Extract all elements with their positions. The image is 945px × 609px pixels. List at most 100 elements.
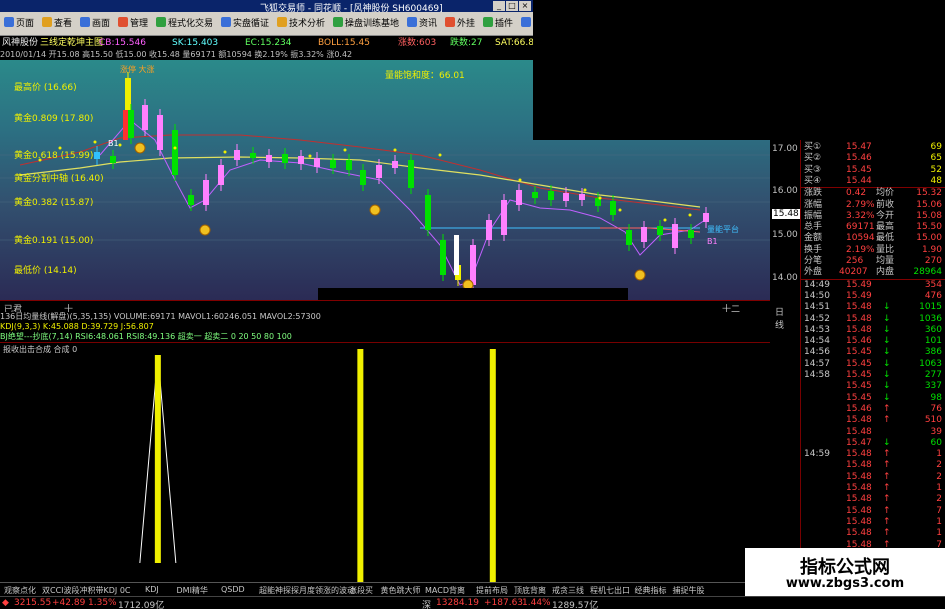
indicator-tab[interactable]: KDJ bbox=[145, 585, 159, 594]
tick-time: 14:56 bbox=[804, 347, 830, 358]
candle-body bbox=[516, 190, 522, 205]
fib-level-label: 最低价 (14.14) bbox=[14, 266, 77, 276]
toolbar-item[interactable]: 查看 bbox=[40, 15, 74, 33]
minimize-button[interactable]: _ bbox=[493, 1, 505, 11]
candle-body bbox=[641, 227, 647, 242]
buy-tag: B1 bbox=[108, 139, 119, 148]
indicator-tab[interactable]: 程机七出口 bbox=[590, 585, 630, 596]
candle-body bbox=[128, 110, 134, 138]
title-bar: 飞狐交易师 - 同花顺 - [风神股份 SH600469] _ □ × bbox=[0, 0, 533, 14]
indicator-tab[interactable]: 顶底背离 bbox=[514, 585, 546, 596]
tick-direction: ↑ bbox=[883, 516, 891, 527]
toolbar-item[interactable]: 资讯 bbox=[405, 15, 439, 33]
indicator-chart bbox=[139, 349, 496, 583]
toolbar-icon bbox=[221, 17, 231, 27]
signal-dot bbox=[173, 146, 177, 150]
fib-level-label: 黄金0.382 (15.87) bbox=[14, 198, 94, 208]
toolbar-item[interactable]: 实盘循证 bbox=[219, 15, 271, 33]
tick-volume: 1 bbox=[936, 516, 942, 527]
close-button[interactable]: × bbox=[519, 1, 531, 11]
indicator-tab[interactable]: 经典指标 bbox=[635, 585, 667, 596]
candle-body bbox=[486, 220, 492, 240]
tick-time: 14:58 bbox=[804, 370, 830, 380]
toolbar-item[interactable]: 技术分析 bbox=[275, 15, 327, 33]
order-label: 买② bbox=[804, 153, 822, 164]
tick-volume: 476 bbox=[924, 290, 942, 301]
indicator-spike-bar bbox=[154, 355, 161, 563]
candle-body bbox=[298, 156, 304, 164]
indicator-panel[interactable]: 报收出击合成 合成 0 bbox=[0, 342, 770, 583]
candle-body bbox=[392, 161, 398, 168]
toolbar-label: 查看 bbox=[54, 19, 73, 29]
toolbar-icon bbox=[521, 17, 531, 27]
tick-volume: 1 bbox=[936, 483, 942, 493]
indicator-tab[interactable]: 戒贪三线 bbox=[552, 585, 584, 596]
order-label: 买① bbox=[804, 142, 822, 152]
tick-time: 14:59 bbox=[804, 449, 830, 460]
toolbar-item[interactable]: 页面 bbox=[2, 15, 36, 33]
toolbar-label: 页面 bbox=[16, 19, 35, 29]
tick-price: 15.45 bbox=[846, 392, 872, 403]
candle-body bbox=[440, 240, 446, 275]
stat-label: 外盘 bbox=[804, 267, 823, 278]
toolbar-icon bbox=[483, 17, 493, 27]
toolbar-item[interactable]: 外挂 bbox=[443, 15, 477, 33]
tick-direction: ↓ bbox=[883, 437, 891, 448]
indicator-tab[interactable]: 超能神探探月度领涨的波动 bbox=[259, 585, 355, 596]
toolbar-icon bbox=[4, 17, 14, 27]
indicator-tab[interactable]: MACD背离 bbox=[425, 585, 465, 596]
tick-row: 15.48 ↑ 1 bbox=[801, 517, 945, 528]
tick-row: 14:59 15.48 ↑ 1 bbox=[801, 449, 945, 460]
tick-price: 15.46 bbox=[846, 336, 872, 347]
stat-value: 2.19% bbox=[846, 244, 875, 255]
tick-direction: ↓ bbox=[883, 336, 891, 347]
toolbar-item[interactable]: 画面 bbox=[78, 15, 112, 33]
tick-price: 15.47 bbox=[846, 437, 872, 448]
signal-dot bbox=[343, 148, 347, 152]
indicator-tab[interactable]: 提前布局 bbox=[476, 585, 508, 596]
sz-pct: 1.44% bbox=[522, 598, 551, 608]
signal-dot bbox=[308, 154, 312, 158]
candle-body bbox=[425, 195, 431, 230]
stat-label: 总手 bbox=[804, 222, 823, 233]
indicator-value: 跌数:27 bbox=[450, 38, 483, 48]
toolbar-icon bbox=[118, 17, 128, 27]
indicator-tab[interactable]: 双CCI波段冲积带KDJ 0C bbox=[42, 585, 131, 596]
tick-price: 15.49 bbox=[846, 290, 872, 301]
indicator-tab[interactable]: 黄色跳大师 bbox=[381, 585, 421, 596]
stat-row: 金额 10594 最低 15.00 bbox=[801, 233, 945, 244]
toolbar-item[interactable]: 操盘训练基地 bbox=[331, 15, 401, 33]
toolbar-label: 管理 bbox=[130, 19, 149, 29]
candle-body bbox=[703, 213, 709, 222]
stat-value: 1.90 bbox=[921, 244, 942, 255]
period-label[interactable]: 日线 bbox=[775, 305, 784, 331]
indicator-value: BOLL:15.45 bbox=[318, 38, 370, 48]
satisfaction-label: 量能饱和度：66.01 bbox=[385, 69, 465, 81]
empty-area bbox=[533, 0, 770, 140]
toolbar-item[interactable]: 程式化交易 bbox=[154, 15, 215, 33]
sh-pct: 1.35% bbox=[88, 598, 117, 608]
candle-body bbox=[330, 160, 336, 168]
indicator-tab[interactable]: QSDD bbox=[221, 585, 245, 594]
indicator-tab[interactable]: 捕捉牛股 bbox=[673, 585, 705, 596]
stat-value: 15.50 bbox=[916, 222, 942, 233]
indicator-tab[interactable]: 涨段买 bbox=[349, 585, 373, 596]
stat-label: 前收 bbox=[876, 199, 895, 210]
candle-body bbox=[657, 226, 663, 235]
indicator-tab[interactable]: DMI精华 bbox=[177, 585, 208, 596]
tick-row: 15.48 39 bbox=[801, 427, 945, 438]
indicator-tab[interactable]: 观察点化 bbox=[4, 585, 36, 596]
stat-label: 内盘 bbox=[876, 267, 895, 278]
stat-value: 15.08 bbox=[916, 210, 942, 221]
toolbar-label: 插件 bbox=[495, 19, 514, 29]
indicator-value: 风神股份 bbox=[2, 38, 39, 48]
tick-price: 15.48 bbox=[846, 313, 872, 324]
maximize-button[interactable]: □ bbox=[506, 1, 518, 11]
toolbar-item[interactable]: 管理 bbox=[116, 15, 150, 33]
sh-index: 3215.55 bbox=[14, 598, 52, 608]
tick-row: 15.48 ↑ 1 bbox=[801, 483, 945, 494]
stat-value: 15.00 bbox=[916, 233, 942, 244]
toolbar-item[interactable]: 插件 bbox=[481, 15, 515, 33]
tick-volume: 60 bbox=[930, 437, 942, 448]
stat-value: 69171 bbox=[846, 222, 875, 233]
